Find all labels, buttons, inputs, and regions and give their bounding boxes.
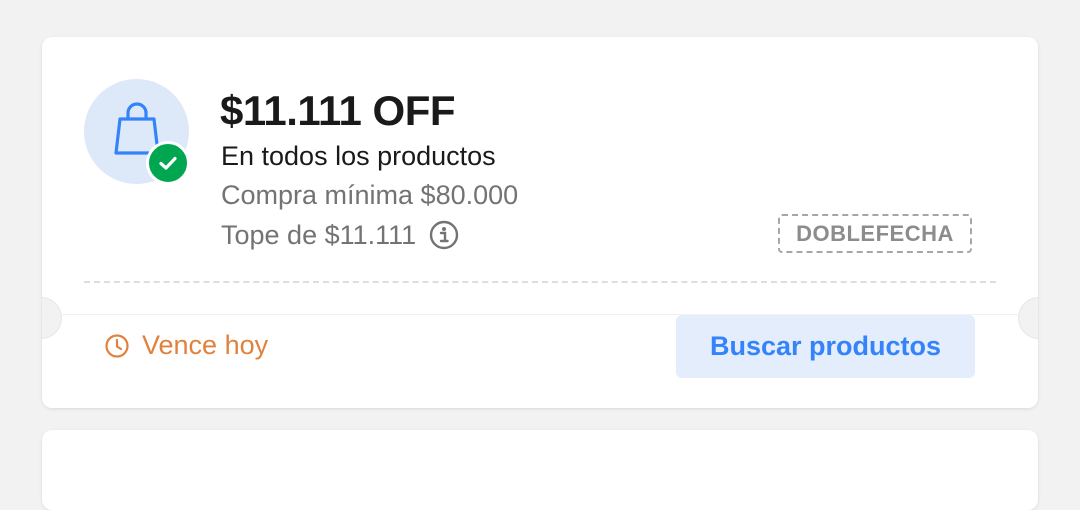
discount-cap: Tope de $11.111 bbox=[221, 219, 417, 250]
check-icon bbox=[146, 141, 190, 185]
coupon-code-badge: DOBLEFECHA bbox=[778, 214, 972, 253]
next-coupon-card bbox=[42, 430, 1038, 510]
clock-icon bbox=[105, 333, 129, 358]
coupon-subtitle: En todos los productos bbox=[221, 141, 496, 171]
coupon-card: $11.111 OFF En todos los productos Compr… bbox=[42, 37, 1038, 408]
expiry-label: Vence hoy bbox=[142, 330, 269, 360]
ticket-notch-left bbox=[42, 297, 62, 339]
info-icon[interactable] bbox=[428, 219, 460, 251]
minimum-purchase: Compra mínima $80.000 bbox=[221, 180, 519, 210]
ticket-divider bbox=[84, 281, 996, 283]
coupon-title: $11.111 OFF bbox=[220, 87, 456, 134]
search-products-button[interactable]: Buscar productos bbox=[676, 315, 975, 378]
expiry-status: Vence hoy bbox=[104, 330, 268, 361]
ticket-notch-right bbox=[1018, 297, 1038, 339]
discount-cap-row: Tope de $11.111 bbox=[221, 219, 460, 251]
